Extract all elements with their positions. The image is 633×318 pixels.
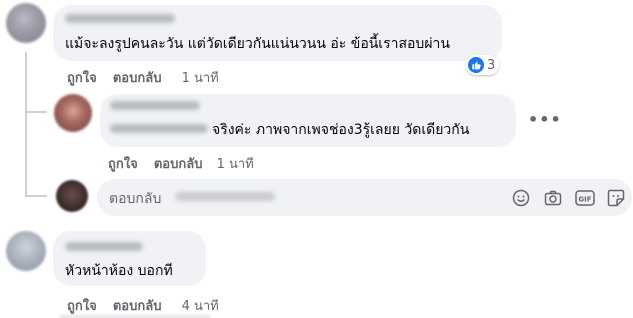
reply-button[interactable]: ตอบกลับ (113, 67, 162, 88)
comment-bubble: หัวหน้าห้อง บอกที (53, 231, 206, 286)
more-options-icon[interactable]: ••• (528, 110, 562, 129)
timestamp[interactable]: 4 นาที (182, 295, 219, 316)
camera-icon[interactable] (543, 188, 563, 208)
avatar[interactable] (54, 94, 92, 132)
svg-text:GIF: GIF (578, 196, 591, 204)
gif-icon[interactable]: GIF (575, 188, 595, 208)
timestamp[interactable]: 1 นาที (182, 67, 219, 88)
mention-blurred (175, 192, 275, 201)
tagged-name-blurred[interactable] (110, 124, 208, 133)
like-button[interactable]: ถูกใจ (108, 153, 138, 174)
comment-text: จริงค่ะ ภาพจากเพจช่อง3รู้เลยย วัดเดียวกั… (212, 122, 470, 138)
reaction-count: 3 (487, 57, 496, 73)
reply-button[interactable]: ตอบกลับ (154, 153, 203, 174)
avatar[interactable] (6, 3, 46, 43)
comment-actions: ถูกใจ ตอบกลับ 1 นาที (108, 153, 254, 174)
comment-text: แม้จะลงรูปคนละวัน แต่วัดเดียวกันแน่นวนน … (65, 36, 450, 52)
comment-actions: ถูกใจ ตอบกลับ 1 นาที (67, 67, 219, 88)
comment-bubble: แม้จะลงรูปคนละวัน แต่วัดเดียวกันแน่นวนน … (53, 5, 502, 61)
comment-bubble: จริงค่ะ ภาพจากเพจช่อง3รู้เลยย วัดเดียวกั… (100, 94, 516, 147)
reply-input[interactable]: ตอบกลับ GIF (97, 179, 632, 216)
like-icon (468, 57, 484, 73)
comment-actions: ถูกใจ ตอบกลับ 4 นาที (67, 295, 219, 316)
avatar (56, 180, 88, 212)
thread-branch (25, 111, 47, 113)
thread-line (25, 52, 27, 195)
timestamp[interactable]: 1 นาที (217, 153, 254, 174)
reply-placeholder: ตอบกลับ (109, 191, 162, 207)
sticker-icon[interactable] (606, 188, 626, 208)
like-button[interactable]: ถูกใจ (67, 295, 97, 316)
comment-text: หัวหน้าห้อง บอกที (65, 263, 173, 279)
reply-button[interactable]: ตอบกลับ (113, 295, 162, 316)
thread-branch (25, 195, 47, 197)
avatar[interactable] (6, 231, 46, 271)
author-name-blurred[interactable] (110, 101, 200, 110)
like-button[interactable]: ถูกใจ (67, 67, 97, 88)
reaction-summary[interactable]: 3 (466, 55, 500, 75)
emoji-icon[interactable] (511, 188, 531, 208)
author-name-blurred[interactable] (65, 14, 175, 23)
author-name-blurred[interactable] (65, 242, 143, 251)
